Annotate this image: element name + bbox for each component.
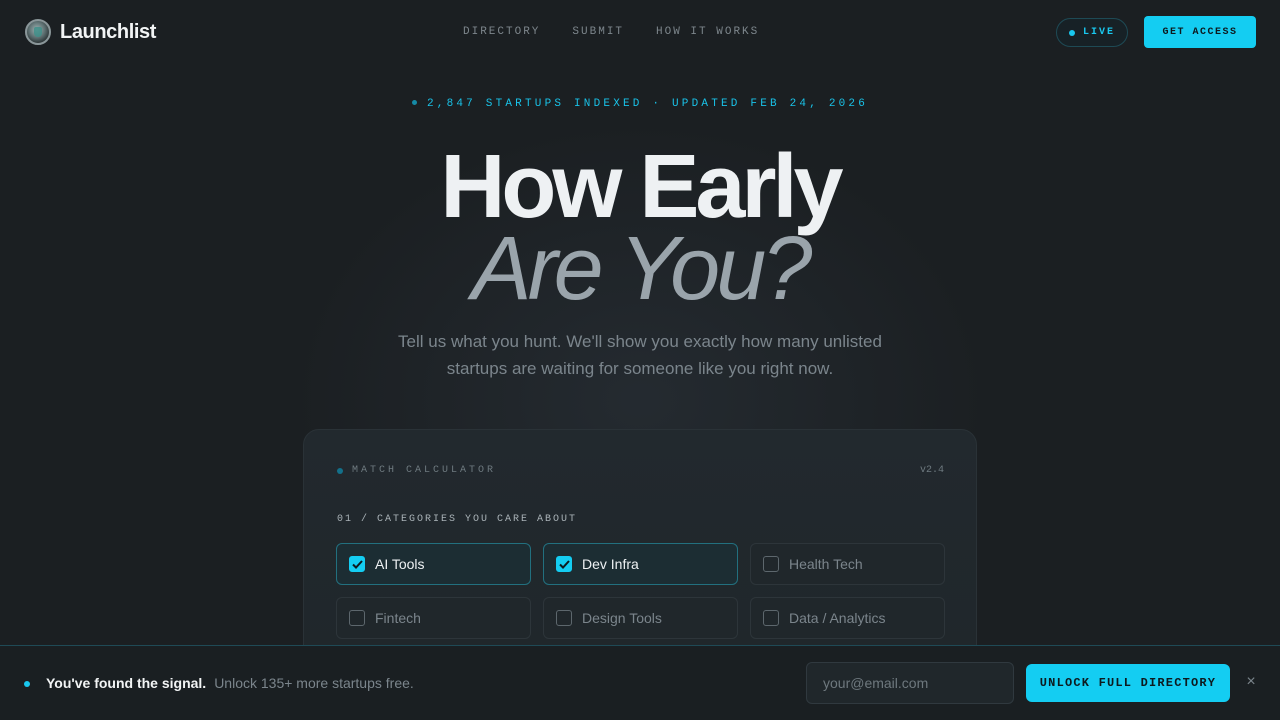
nav-link-submit[interactable]: SUBMIT: [572, 26, 624, 38]
brand-logo-icon: [25, 19, 51, 45]
signup-subtext: Unlock 135+ more startups free.: [214, 675, 414, 691]
signal-dot-icon: [24, 681, 30, 687]
category-option[interactable]: Fintech: [336, 597, 531, 639]
categories-section-label: 01 / CATEGORIES YOU CARE ABOUT: [337, 514, 578, 525]
checkbox[interactable]: [349, 556, 365, 572]
card-header: MATCH CALCULATOR: [337, 465, 496, 476]
stats-line: 2,847 STARTUPS INDEXED · UPDATED FEB 24,…: [0, 98, 1280, 110]
category-option[interactable]: Health Tech: [750, 543, 945, 585]
brand[interactable]: Launchlist: [25, 19, 156, 45]
nav-link-how-it-works[interactable]: HOW IT WORKS: [656, 26, 759, 38]
check-icon: [558, 559, 570, 569]
close-icon[interactable]: ×: [1243, 672, 1259, 692]
stats-dot-icon: [411, 99, 417, 105]
category-label: Design Tools: [582, 610, 662, 626]
email-input[interactable]: [806, 662, 1014, 704]
signup-headline: You've found the signal.: [46, 675, 207, 691]
category-option[interactable]: Dev Infra: [543, 543, 738, 585]
live-label: LIVE: [1082, 27, 1115, 38]
signup-bar: You've found the signal. Unlock 135+ more…: [0, 645, 1280, 720]
nav-link-directory[interactable]: DIRECTORY: [463, 26, 540, 38]
get-access-button[interactable]: GET ACCESS: [1144, 16, 1256, 48]
checkbox[interactable]: [763, 610, 779, 626]
hero-title-line-2: Are You?: [471, 219, 813, 319]
category-label: AI Tools: [375, 556, 425, 572]
category-label: Fintech: [375, 610, 421, 626]
category-label: Health Tech: [789, 556, 863, 572]
category-option[interactable]: Data / Analytics: [750, 597, 945, 639]
checkbox[interactable]: [556, 556, 572, 572]
hero-subtitle: Tell us what you hunt. We'll show you ex…: [398, 332, 882, 378]
live-dot-icon: [1068, 29, 1075, 36]
stats-text: 2,847 STARTUPS INDEXED · UPDATED FEB 24,…: [426, 98, 869, 110]
top-nav: Launchlist DIRECTORY SUBMIT HOW IT WORKS…: [0, 0, 1280, 64]
checkbox[interactable]: [349, 610, 365, 626]
nav-links: DIRECTORY SUBMIT HOW IT WORKS: [463, 26, 759, 38]
signup-message: You've found the signal. Unlock 135+ more…: [46, 675, 414, 691]
version-label: v2.4: [919, 465, 944, 476]
check-icon: [351, 559, 363, 569]
checkbox[interactable]: [556, 610, 572, 626]
category-label: Dev Infra: [582, 556, 639, 572]
card-dot-icon: [337, 467, 343, 474]
brand-name: Launchlist: [60, 20, 157, 43]
category-grid: AI Tools Dev Infra Health Tech Fintech D…: [336, 543, 945, 639]
category-option[interactable]: Design Tools: [543, 597, 738, 639]
unlock-directory-button[interactable]: UNLOCK FULL DIRECTORY: [1026, 664, 1230, 702]
category-option[interactable]: AI Tools: [336, 543, 531, 585]
card-title: MATCH CALCULATOR: [352, 465, 497, 476]
live-status-pill[interactable]: LIVE: [1056, 18, 1128, 47]
category-label: Data / Analytics: [789, 610, 886, 626]
checkbox[interactable]: [763, 556, 779, 572]
